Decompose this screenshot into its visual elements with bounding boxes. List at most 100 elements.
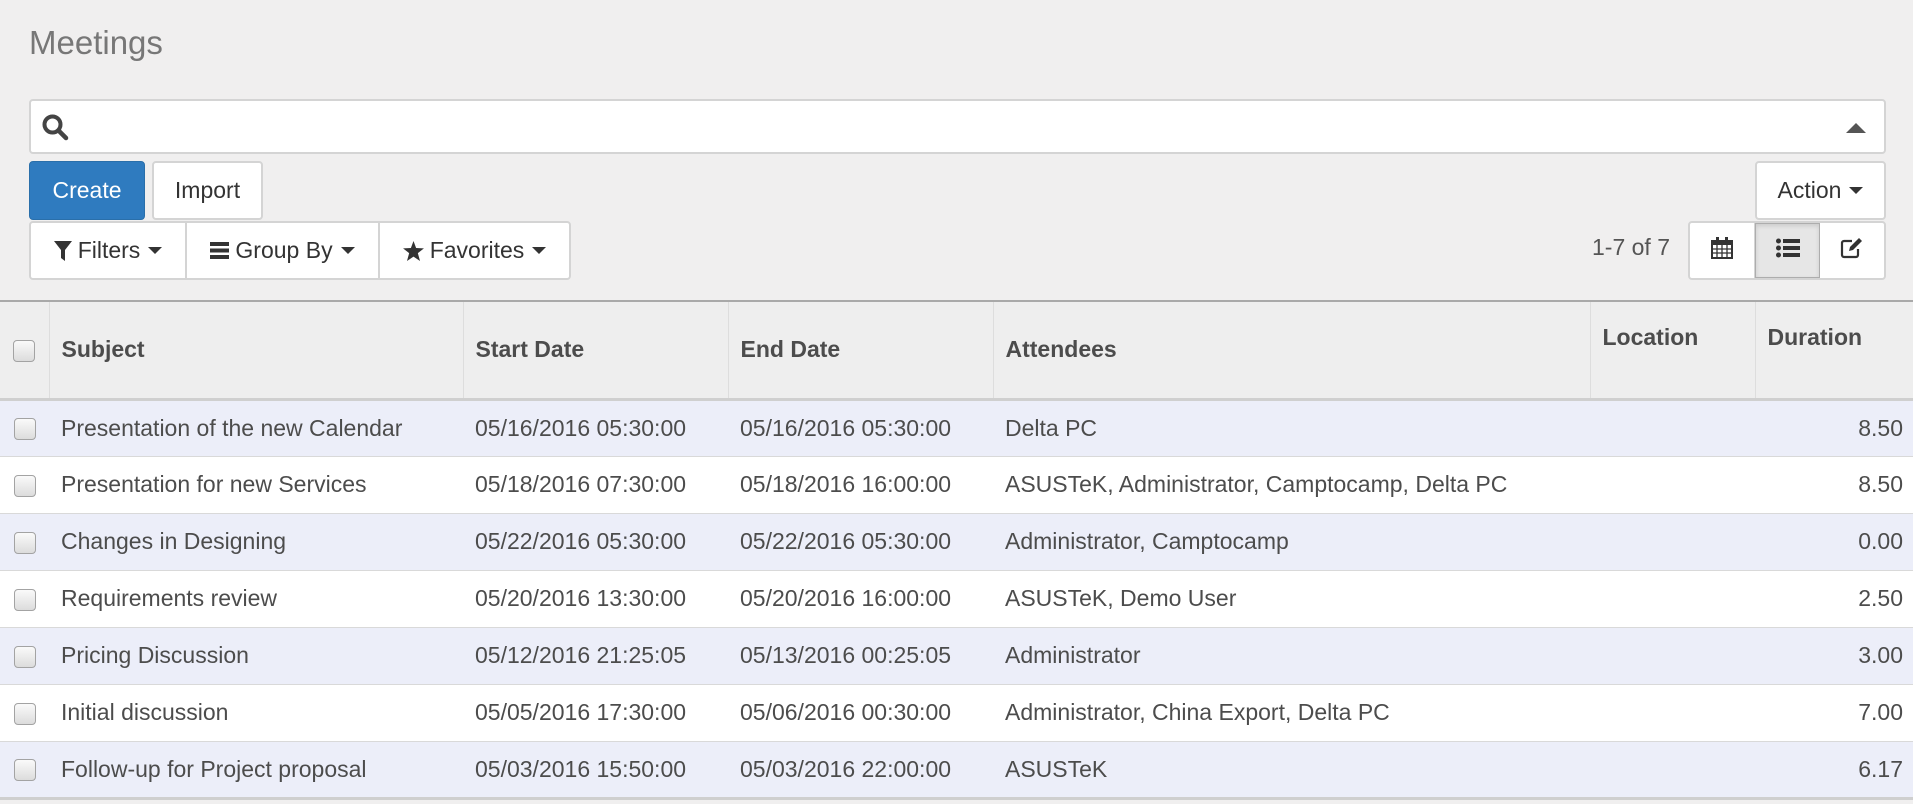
list-view-button[interactable] xyxy=(1754,223,1821,278)
column-header-duration[interactable]: Duration xyxy=(1754,301,1913,401)
filters-dropdown[interactable]: Filters xyxy=(31,223,187,278)
duration-cell: 8.50 xyxy=(1755,455,1913,513)
favorites-label: Favorites xyxy=(429,237,525,263)
select-all-cell xyxy=(0,301,49,401)
row-select-cell xyxy=(0,398,49,456)
page-title: Meetings xyxy=(29,24,163,61)
duration-cell: 8.50 xyxy=(1755,398,1913,456)
row-select-cell xyxy=(0,512,49,570)
row-select-cell xyxy=(0,569,49,627)
attendees-cell: ASUSTeK xyxy=(993,740,1590,800)
duration-cell: 2.50 xyxy=(1755,569,1913,627)
start-date-cell: 05/03/2016 15:50:00 xyxy=(463,740,728,800)
column-header-start-date[interactable]: Start Date xyxy=(462,301,728,401)
attendees-cell: Administrator, Camptocamp xyxy=(993,512,1590,570)
location-cell xyxy=(1590,740,1755,800)
duration-cell: 3.00 xyxy=(1755,626,1913,684)
table-row[interactable]: Pricing Discussion 05/12/2016 21:25:05 05/… xyxy=(0,626,1913,684)
duration-cell: 7.00 xyxy=(1755,683,1913,741)
favorites-dropdown[interactable]: Favorites xyxy=(380,223,569,278)
row-checkbox[interactable] xyxy=(13,418,36,441)
table-row[interactable]: Presentation for new Services 05/18/2016 … xyxy=(0,455,1913,513)
group-by-dropdown[interactable]: Group By xyxy=(187,223,380,278)
start-date-cell: 05/22/2016 05:30:00 xyxy=(463,512,728,570)
caret-down-icon xyxy=(1849,187,1864,194)
caret-down-icon xyxy=(148,247,163,254)
duration-cell: 6.17 xyxy=(1755,740,1913,800)
start-date-cell: 05/20/2016 13:30:00 xyxy=(463,569,728,627)
table-row[interactable]: Requirements review 05/20/2016 13:30:00 05… xyxy=(0,569,1913,627)
start-date-cell: 05/18/2016 07:30:00 xyxy=(463,455,728,513)
attendees-cell: Administrator xyxy=(993,626,1590,684)
edit-icon xyxy=(1840,237,1864,264)
star-icon xyxy=(402,240,424,261)
row-checkbox[interactable] xyxy=(13,645,36,668)
action-label: Action xyxy=(1777,177,1842,203)
filter-icon xyxy=(53,240,72,261)
row-select-cell xyxy=(0,455,49,513)
column-header-location[interactable]: Location xyxy=(1589,301,1755,401)
column-header-attendees[interactable]: Attendees xyxy=(992,301,1590,401)
end-date-cell: 05/03/2016 22:00:00 xyxy=(728,740,993,800)
end-date-cell: 05/18/2016 16:00:00 xyxy=(728,455,993,513)
table-row[interactable]: Presentation of the new Calendar 05/16/20… xyxy=(0,398,1913,456)
table-header: Subject Start Date End Date Attendees Lo… xyxy=(0,301,1913,401)
table-row[interactable]: Changes in Designing 05/22/2016 05:30:00 0… xyxy=(0,512,1913,570)
row-checkbox[interactable] xyxy=(13,759,36,782)
end-date-cell: 05/06/2016 00:30:00 xyxy=(728,683,993,741)
view-switcher xyxy=(1688,221,1886,280)
subject-cell: Presentation for new Services xyxy=(49,455,463,513)
subject-cell: Presentation of the new Calendar xyxy=(49,398,463,456)
start-date-cell: 05/05/2016 17:30:00 xyxy=(463,683,728,741)
attendees-cell: Administrator, China Export, Delta PC xyxy=(993,683,1590,741)
import-button[interactable]: Import xyxy=(152,161,263,220)
search-bar xyxy=(29,99,1886,154)
row-checkbox[interactable] xyxy=(13,588,36,611)
caret-down-icon xyxy=(340,247,355,254)
location-cell xyxy=(1590,626,1755,684)
subject-cell: Requirements review xyxy=(49,569,463,627)
row-checkbox[interactable] xyxy=(13,474,36,497)
search-icon xyxy=(41,113,69,146)
attendees-cell: ASUSTeK, Demo User xyxy=(993,569,1590,627)
end-date-cell: 05/22/2016 05:30:00 xyxy=(728,512,993,570)
select-all-checkbox[interactable] xyxy=(13,340,36,363)
row-select-cell xyxy=(0,626,49,684)
attendees-cell: Delta PC xyxy=(993,398,1590,456)
location-cell xyxy=(1590,512,1755,570)
calendar-view-button[interactable] xyxy=(1690,223,1755,278)
subject-cell: Pricing Discussion xyxy=(49,626,463,684)
location-cell xyxy=(1590,455,1755,513)
bars-icon xyxy=(210,242,230,259)
start-date-cell: 05/16/2016 05:30:00 xyxy=(463,398,728,456)
group-by-label: Group By xyxy=(235,237,333,263)
search-options: Filters Group By Favorites xyxy=(29,221,571,280)
subject-cell: Changes in Designing xyxy=(49,512,463,570)
import-label: Import xyxy=(174,177,241,203)
column-header-end-date[interactable]: End Date xyxy=(727,301,993,401)
form-view-button[interactable] xyxy=(1820,223,1884,278)
attendees-cell: ASUSTeK, Administrator, Camptocamp, Delt… xyxy=(993,455,1590,513)
subject-cell: Initial discussion xyxy=(49,683,463,741)
pager-value[interactable]: 1-7 of 7 xyxy=(1592,234,1670,261)
row-select-cell xyxy=(0,683,49,741)
row-checkbox[interactable] xyxy=(13,702,36,725)
search-input[interactable] xyxy=(83,107,1803,147)
table-row[interactable]: Initial discussion 05/05/2016 17:30:00 05/… xyxy=(0,683,1913,741)
end-date-cell: 05/16/2016 05:30:00 xyxy=(728,398,993,456)
list-icon xyxy=(1775,238,1800,263)
row-checkbox[interactable] xyxy=(13,531,36,554)
action-dropdown[interactable]: Action xyxy=(1755,161,1886,220)
location-cell xyxy=(1590,569,1755,627)
caret-up-icon[interactable] xyxy=(1846,123,1866,133)
column-header-subject[interactable]: Subject xyxy=(48,301,463,401)
start-date-cell: 05/12/2016 21:25:05 xyxy=(463,626,728,684)
caret-down-icon xyxy=(532,247,547,254)
calendar-icon xyxy=(1710,237,1733,264)
create-button[interactable]: Create xyxy=(29,161,145,220)
end-date-cell: 05/20/2016 16:00:00 xyxy=(728,569,993,627)
location-cell xyxy=(1590,398,1755,456)
table-row[interactable]: Follow-up for Project proposal 05/03/2016… xyxy=(0,740,1913,800)
meetings-table: Subject Start Date End Date Attendees Lo… xyxy=(0,300,1913,800)
filters-label: Filters xyxy=(77,237,141,263)
